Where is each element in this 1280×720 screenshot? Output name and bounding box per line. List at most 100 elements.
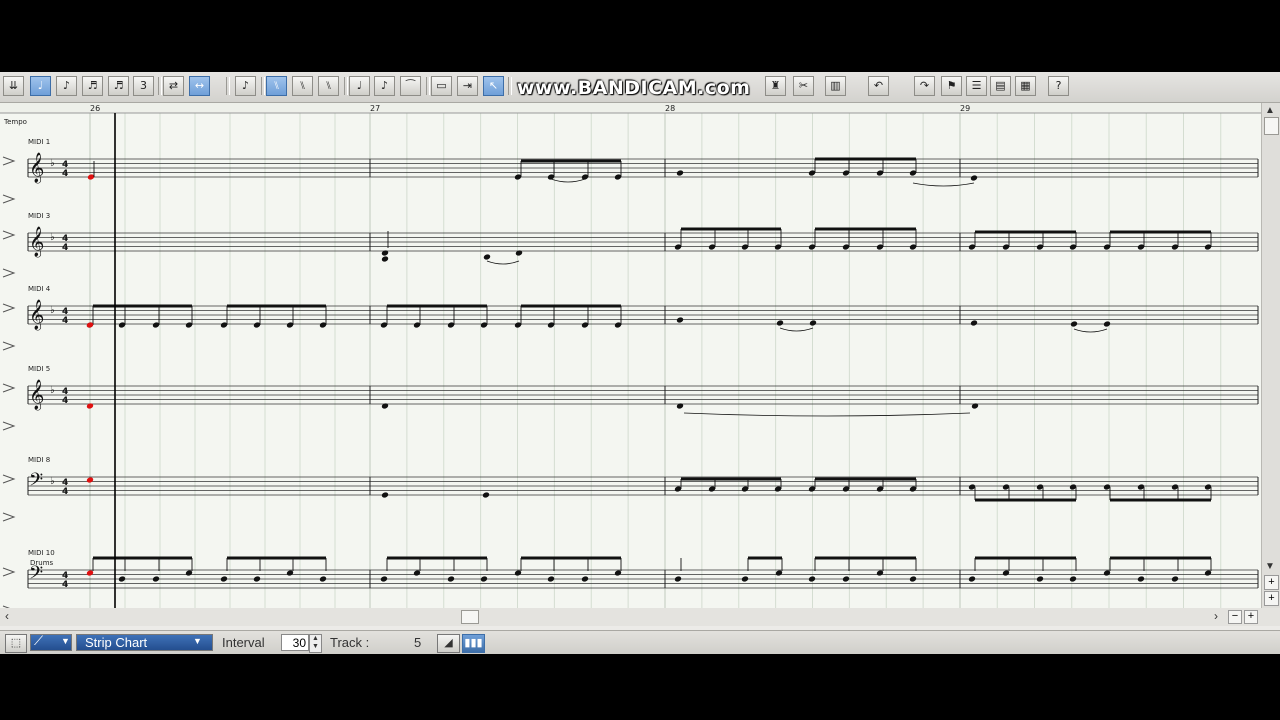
staff-canvas[interactable]: 26 27 28 29 Tempo MIDI 1 𝄞 ♭ 4 4 MIDI 3 𝄞 ♭ 4 4 MIDI 4 𝄞…: [0, 103, 1261, 608]
repeat-icon[interactable]: ⇄: [163, 76, 184, 96]
track-flag-icon[interactable]: [2, 156, 16, 166]
note[interactable]: [483, 254, 491, 261]
staff-track[interactable]: [27, 158, 1259, 178]
step-input-icon[interactable]: ⇥: [457, 76, 478, 96]
staff-view-icon[interactable]: ▦: [1015, 76, 1036, 96]
marker-icon[interactable]: ⚑: [941, 76, 962, 96]
measure-ruler[interactable]: [0, 103, 1261, 113]
note[interactable]: [968, 576, 976, 583]
note[interactable]: [674, 576, 682, 583]
track-flag-icon[interactable]: [2, 383, 16, 393]
sixteenth-note-icon[interactable]: ♬: [82, 76, 103, 96]
zoom-out-vertical-icon[interactable]: +: [1264, 591, 1279, 606]
stem-up-icon[interactable]: ♪: [374, 76, 395, 96]
note[interactable]: [380, 576, 388, 583]
velocity-bars-icon[interactable]: ▮▮▮: [462, 634, 485, 653]
note[interactable]: [86, 477, 94, 484]
note[interactable]: [515, 250, 523, 257]
note[interactable]: [808, 576, 816, 583]
interval-input[interactable]: [281, 634, 309, 651]
scroll-up-icon[interactable]: ▲: [1265, 105, 1275, 116]
note[interactable]: [381, 492, 389, 499]
note[interactable]: [447, 576, 455, 583]
score-area[interactable]: 26 27 28 29 Tempo MIDI 1 𝄞 ♭ 4 4 MIDI 3 𝄞 ♭ 4 4 MIDI 4 𝄞…: [0, 103, 1261, 609]
note[interactable]: [319, 576, 327, 583]
piano-roll-icon[interactable]: ▤: [990, 76, 1011, 96]
keyboard-icon[interactable]: ▥: [825, 76, 846, 96]
vertical-scroll-thumb[interactable]: [1264, 117, 1279, 135]
note[interactable]: [1171, 576, 1179, 583]
event-list-icon[interactable]: ☰: [966, 76, 987, 96]
vertical-scrollbar[interactable]: ▲ ▼ + +: [1261, 103, 1280, 608]
note[interactable]: [970, 320, 978, 327]
select-tool-icon[interactable]: ⇊: [3, 76, 24, 96]
track-flag-icon[interactable]: [2, 230, 16, 240]
staff-track[interactable]: [27, 305, 1259, 325]
note[interactable]: [741, 576, 749, 583]
quarter-note-icon[interactable]: ♩: [30, 76, 51, 96]
beam-3-icon[interactable]: ⑊: [318, 76, 339, 96]
zoom-out-horizontal-icon[interactable]: −: [1228, 610, 1242, 624]
note[interactable]: [152, 576, 160, 583]
note[interactable]: [581, 576, 589, 583]
note[interactable]: [253, 576, 261, 583]
note[interactable]: [1137, 576, 1145, 583]
note[interactable]: [482, 492, 490, 499]
note[interactable]: [970, 175, 978, 182]
stem-down-icon[interactable]: ♩: [349, 76, 370, 96]
note[interactable]: [676, 317, 684, 324]
track-flag-icon[interactable]: [2, 341, 16, 351]
beam-2-icon[interactable]: ⑊: [292, 76, 313, 96]
thirtysecond-note-icon[interactable]: ♬: [108, 76, 129, 96]
interval-stepper[interactable]: ▲ ▼: [309, 634, 322, 653]
note[interactable]: [971, 403, 979, 410]
track-flag-icon[interactable]: [2, 194, 16, 204]
view-mode-dropdown[interactable]: Strip Chart ▼: [76, 634, 213, 651]
scroll-right-icon[interactable]: ›: [1214, 609, 1218, 623]
redo-icon[interactable]: ↷: [914, 76, 935, 96]
note[interactable]: [381, 250, 389, 257]
note[interactable]: [809, 320, 817, 327]
note[interactable]: [220, 576, 228, 583]
beam-1-icon[interactable]: ⑊: [266, 76, 287, 96]
slur-icon[interactable]: ⁀: [400, 76, 421, 96]
note[interactable]: [676, 403, 684, 410]
scroll-down-icon[interactable]: ▼: [1265, 561, 1275, 572]
help-icon[interactable]: ?: [1048, 76, 1069, 96]
track-flag-icon[interactable]: [2, 474, 16, 484]
scroll-left-icon[interactable]: ‹: [5, 609, 9, 623]
track-flag-icon[interactable]: [2, 421, 16, 431]
undo-icon[interactable]: ↶: [868, 76, 889, 96]
velocity-ramp-icon[interactable]: ◢: [437, 634, 460, 653]
select-icon[interactable]: ⬚: [5, 634, 27, 653]
horizontal-scroll-thumb[interactable]: [461, 610, 479, 624]
fit-width-icon[interactable]: ↔: [189, 76, 210, 96]
line-tool-dropdown[interactable]: ⟋ ▼: [30, 633, 72, 651]
arrange-icon[interactable]: ♜: [765, 76, 786, 96]
note[interactable]: [547, 576, 555, 583]
staff-track[interactable]: [27, 385, 1259, 405]
note[interactable]: [776, 320, 784, 327]
note[interactable]: [676, 170, 684, 177]
note[interactable]: [381, 256, 389, 263]
triplet-icon[interactable]: 3: [133, 76, 154, 96]
track-flag-icon[interactable]: [2, 268, 16, 278]
note[interactable]: [1070, 321, 1078, 328]
mixer-icon[interactable]: ✂: [793, 76, 814, 96]
note[interactable]: [842, 576, 850, 583]
track-flag-icon[interactable]: [2, 567, 16, 577]
dotted-note-icon[interactable]: ♪: [235, 76, 256, 96]
note[interactable]: [480, 576, 488, 583]
note[interactable]: [1103, 321, 1111, 328]
rest-box-icon[interactable]: ▭: [431, 76, 452, 96]
note[interactable]: [909, 576, 917, 583]
eighth-note-icon[interactable]: ♪: [56, 76, 77, 96]
note[interactable]: [1069, 576, 1077, 583]
note[interactable]: [86, 403, 94, 410]
zoom-in-vertical-icon[interactable]: +: [1264, 575, 1279, 590]
cursor-icon[interactable]: ↖: [483, 76, 504, 96]
note[interactable]: [381, 403, 389, 410]
note[interactable]: [1036, 576, 1044, 583]
track-flag-icon[interactable]: [2, 303, 16, 313]
zoom-in-horizontal-icon[interactable]: +: [1244, 610, 1258, 624]
